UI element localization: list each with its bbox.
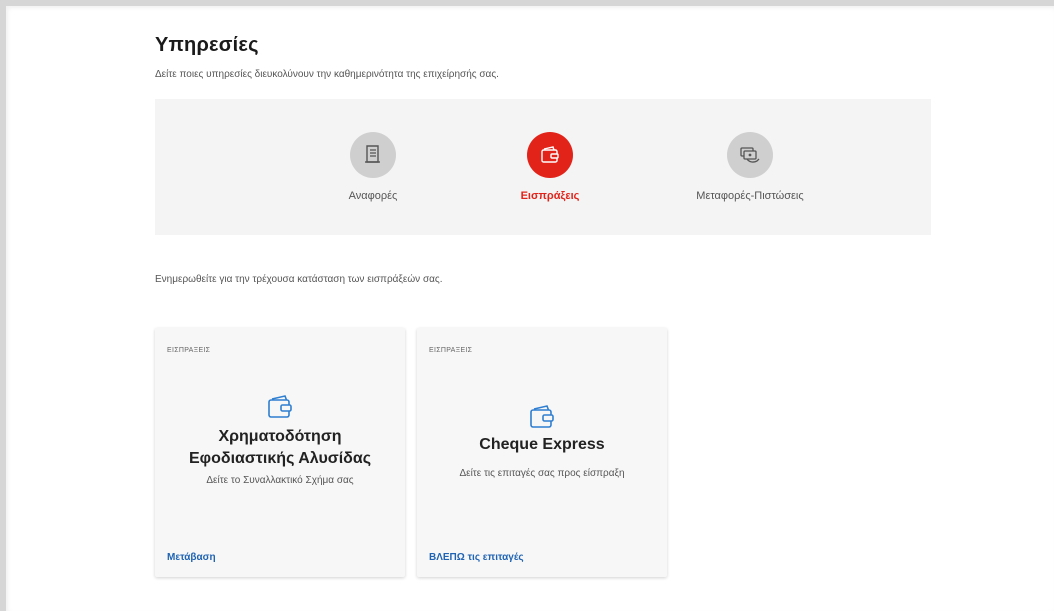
wallet-icon — [530, 405, 554, 428]
service-icon-circle — [527, 132, 573, 178]
card-tag: ΕΙΣΠΡΑΞΕΙΣ — [429, 347, 473, 354]
card-description: Δείτε τις επιταγές σας προς είσπραξη — [459, 468, 625, 479]
card-title-line: Εφοδιαστικής Αλυσίδας — [188, 450, 372, 467]
service-icon-circle — [350, 132, 396, 178]
card-icon-wrap — [417, 402, 667, 432]
service-label: Αναφορές — [348, 190, 398, 202]
card-tag: ΕΙΣΠΡΑΞΕΙΣ — [167, 347, 211, 354]
section-description: Ενημερωθείτε για την τρέχουσα κατάσταση … — [155, 274, 443, 285]
page-title: Υπηρεσίες — [155, 34, 259, 56]
card-cheque-express[interactable]: ΕΙΣΠΡΑΞΕΙΣ Cheque Express Δείτε τις επιτ… — [417, 328, 667, 577]
card-supply-chain-finance[interactable]: ΕΙΣΠΡΑΞΕΙΣ Χρηματοδότηση Εφοδιαστικής Αλ… — [155, 328, 405, 577]
card-description: Δείτε το Συναλλακτικό Σχήμα σας — [206, 475, 354, 486]
service-tab-collections[interactable]: Εισπράξεις — [470, 128, 630, 202]
service-tab-transfers[interactable]: Μεταφορές-Πιστώσεις — [670, 128, 830, 202]
wallet-icon — [541, 146, 559, 163]
document-icon — [365, 145, 380, 163]
card-title: Cheque Express — [479, 436, 605, 453]
services-panel: Αναφορές Εισπράξεις Μεταφορές-Πιστώσεις — [155, 99, 931, 235]
service-label: Εισπράξεις — [520, 190, 580, 202]
card-title: Χρηματοδότηση Εφοδιαστικής Αλυσίδας — [165, 426, 395, 470]
money-transfer-icon — [740, 147, 760, 163]
wallet-icon — [268, 395, 292, 418]
service-tab-reports[interactable]: Αναφορές — [293, 128, 453, 202]
card-link-view-cheques[interactable]: ΒΛΕΠΩ τις επιταγές — [429, 552, 524, 563]
card-title-line: Χρηματοδότηση — [218, 428, 342, 445]
page-subtitle: Δείτε ποιες υπηρεσίες διευκολύνουν την κ… — [155, 69, 499, 80]
service-label: Μεταφορές-Πιστώσεις — [696, 190, 804, 202]
card-icon-wrap — [155, 392, 405, 422]
service-icon-circle — [727, 132, 773, 178]
card-link-go[interactable]: Μετάβαση — [167, 552, 216, 563]
